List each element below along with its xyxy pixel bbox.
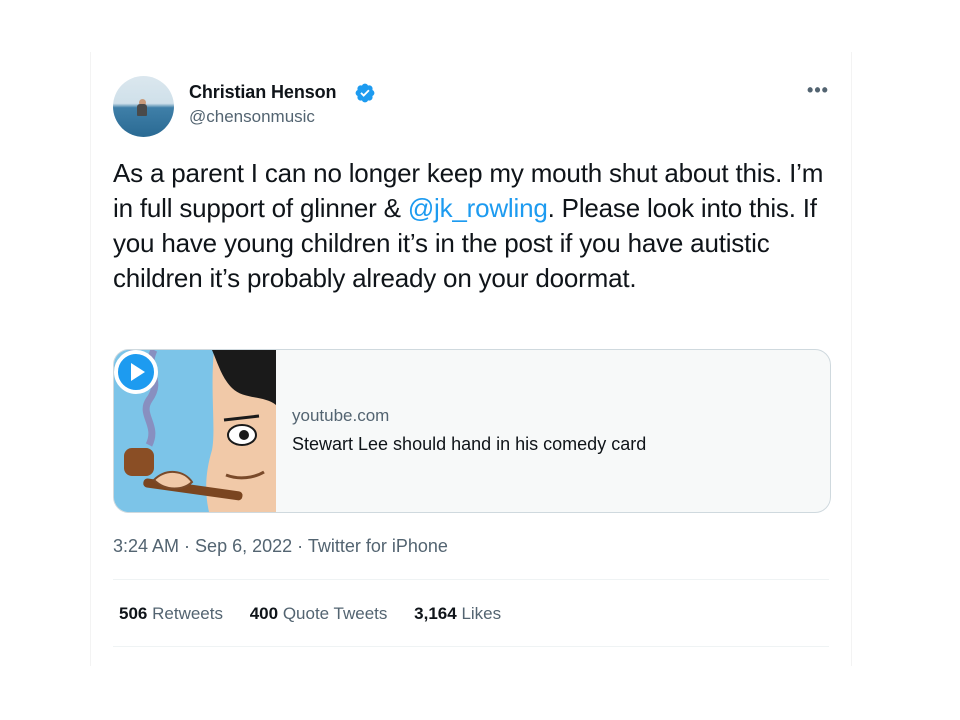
tweet-date[interactable]: Sep 6, 2022 (195, 536, 292, 556)
link-domain: youtube.com (292, 406, 390, 425)
tweet-timestamp: 3:24 AM · Sep 6, 2022 · Twitter for iPho… (113, 536, 448, 557)
author-name[interactable]: Christian Henson (189, 82, 337, 103)
more-options-icon[interactable]: ••• (803, 80, 833, 100)
link-title: Stewart Lee should hand in his comedy ca… (292, 434, 647, 454)
verified-badge-icon (355, 83, 375, 103)
retweets-stat[interactable]: 506 Retweets (119, 604, 223, 623)
separator-dot: · (292, 536, 308, 556)
quotes-label: Quote Tweets (282, 604, 388, 623)
quotes-count: 400 (249, 604, 279, 623)
engagement-stats: 506 Retweets 400 Quote Tweets 3,164 Like… (119, 604, 523, 624)
tweet-text: As a parent I can no longer keep my mout… (113, 156, 833, 296)
separator-dot: · (179, 536, 196, 556)
retweets-count: 506 (119, 604, 148, 623)
retweets-label: Retweets (152, 604, 223, 623)
cartoon-man-pipe-thumbnail (114, 350, 276, 512)
tweet-card: Christian Henson @chensonmusic ••• As a … (90, 52, 852, 666)
link-preview-card[interactable]: youtube.com Stewart Lee should hand in h… (113, 349, 831, 513)
likes-label: Likes (461, 604, 502, 623)
likes-count: 3,164 (414, 604, 457, 623)
likes-stat[interactable]: 3,164 Likes (414, 604, 501, 623)
link-meta: youtube.com Stewart Lee should hand in h… (292, 406, 812, 455)
avatar[interactable] (113, 76, 174, 137)
quote-tweets-stat[interactable]: 400 Quote Tweets (250, 604, 388, 623)
mention-link[interactable]: @jk_rowling (408, 193, 548, 223)
tweet-source[interactable]: Twitter for iPhone (308, 536, 448, 556)
avatar-person-body (137, 104, 147, 116)
divider (113, 646, 829, 647)
author-handle[interactable]: @chensonmusic (189, 107, 315, 127)
play-icon[interactable] (114, 350, 158, 394)
tweet-time[interactable]: 3:24 AM (113, 536, 179, 556)
divider (113, 579, 829, 580)
